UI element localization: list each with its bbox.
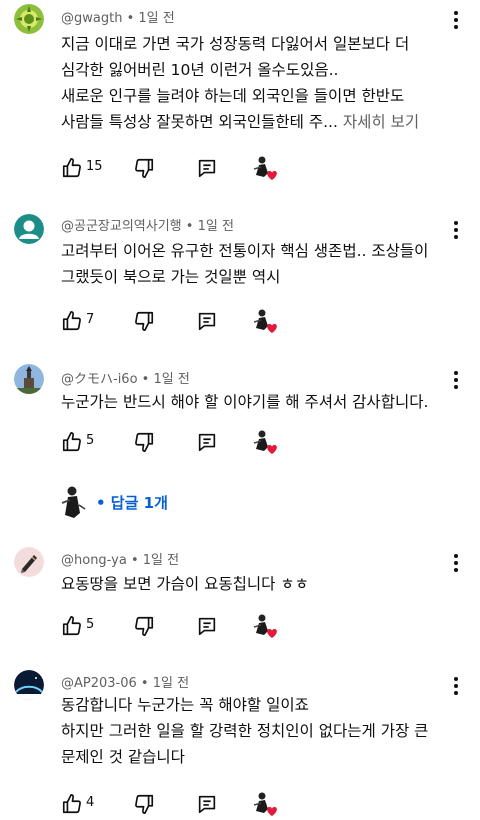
comment-meta: @hong-ya • 1일 전 — [61, 549, 179, 568]
creator-heart-icon — [253, 156, 277, 180]
meta-separator: • — [122, 11, 139, 26]
comment-author[interactable]: @공군장교의역사기행 — [61, 219, 182, 234]
comment-line: 문제인 것 같습니다 — [61, 748, 185, 766]
thumb-up-icon[interactable] — [61, 431, 83, 453]
thumb-down-icon[interactable] — [133, 793, 155, 815]
comment-text: 요동땅을 보면 가슴이 요동칩니다 ㅎㅎ — [61, 571, 461, 597]
comment-line: 고려부터 이어온 유구한 전통이자 핵심 생존법.. 조상들이 — [61, 242, 429, 260]
comment-line: 새로운 인구를 늘려야 하는데 외국인을 들이면 한반도 — [61, 87, 405, 105]
creator-heart-icon — [253, 614, 277, 638]
reply-icon[interactable] — [196, 793, 218, 815]
comment-actions: 4 — [61, 792, 321, 817]
thumb-down-icon[interactable] — [133, 310, 155, 332]
like-count: 5 — [86, 617, 95, 632]
comment-author[interactable]: @gwagth — [61, 11, 122, 26]
more-vertical-icon[interactable] — [446, 8, 466, 32]
reply-icon[interactable] — [196, 615, 218, 637]
meta-separator: • — [181, 219, 198, 234]
creator-heart-icon — [253, 309, 277, 333]
comment-text: 동감합니다 누군가는 꼭 해야할 일이죠 하지만 그러한 일을 할 강력한 정치… — [61, 692, 461, 770]
reply-icon[interactable] — [196, 157, 218, 179]
comment-actions: 7 — [61, 309, 321, 334]
creator-heart-icon — [253, 792, 277, 816]
comment-text: 고려부터 이어온 유구한 전통이자 핵심 생존법.. 조상들이 그랬듯이 북으로… — [61, 238, 461, 290]
comment-text: 누군가는 반드시 해야 할 이야기를 해 주셔서 감사합니다. — [61, 389, 461, 415]
meta-separator: • — [126, 553, 143, 568]
reply-icon[interactable] — [196, 310, 218, 332]
thumb-down-icon[interactable] — [133, 431, 155, 453]
thumb-up-icon[interactable] — [61, 615, 83, 637]
comment-line: 사람들 특성상 잘못하면 외국인들한테 주... — [61, 113, 338, 131]
meta-separator: • — [137, 372, 154, 387]
avatar[interactable] — [14, 670, 44, 700]
comment-line: 동감합니다 누군가는 꼭 해야할 일이죠 — [61, 696, 309, 714]
comment-time: 1일 전 — [153, 372, 190, 387]
avatar[interactable] — [14, 364, 44, 394]
comment-time: 1일 전 — [197, 219, 234, 234]
comment-meta: @gwagth • 1일 전 — [61, 7, 175, 26]
like-count: 4 — [86, 795, 95, 810]
thumb-down-icon[interactable] — [133, 157, 155, 179]
comment-time: 1일 전 — [142, 553, 180, 568]
comment-actions: 5 — [61, 430, 321, 455]
like-count: 7 — [86, 312, 95, 327]
like-count: 5 — [86, 433, 95, 448]
replies-count-link[interactable]: • 답글 1개 — [96, 492, 168, 513]
creator-heart-icon — [253, 430, 277, 454]
comment-meta: @공군장교의역사기행 • 1일 전 — [61, 215, 234, 234]
creator-avatar — [61, 486, 86, 518]
read-more-link[interactable]: 자세히 보기 — [343, 113, 419, 131]
thumb-up-icon[interactable] — [61, 310, 83, 332]
comment-line: 그랬듯이 북으로 가는 것일뿐 역시 — [61, 268, 281, 286]
comment-meta: @AP203-06 • 1일 전 — [61, 672, 189, 691]
thumb-down-icon[interactable] — [133, 615, 155, 637]
comment-line: 하지만 그러한 일을 할 강력한 정치인이 없다는게 가장 큰 — [61, 722, 429, 740]
avatar[interactable] — [14, 4, 44, 34]
comment-actions: 15 — [61, 156, 321, 181]
comment-line: 누군가는 반드시 해야 할 이야기를 해 주셔서 감사합니다. — [61, 393, 429, 411]
avatar[interactable] — [14, 214, 44, 244]
comment-author[interactable]: @AP203-06 — [61, 676, 137, 691]
comment-time: 1일 전 — [138, 11, 175, 26]
comment-text: 지금 이대로 가면 국가 성장동력 다잃어서 일본보다 더 심각한 잃어버린 1… — [61, 31, 461, 135]
thumb-up-icon[interactable] — [61, 157, 83, 179]
reply-icon[interactable] — [196, 431, 218, 453]
comment-time: 1일 전 — [152, 676, 190, 691]
comment-author[interactable]: @クモハ-i6o — [61, 372, 138, 387]
comment-line: 심각한 잃어버린 10년 이런거 올수도있음.. — [61, 61, 339, 79]
meta-separator: • — [136, 676, 153, 691]
thumb-up-icon[interactable] — [61, 793, 83, 815]
comment-line: 지금 이대로 가면 국가 성장동력 다잃어서 일본보다 더 — [61, 35, 410, 53]
avatar[interactable] — [14, 547, 44, 577]
view-replies-button[interactable]: • 답글 1개 — [61, 485, 261, 519]
comment-actions: 5 — [61, 614, 321, 639]
comment-author[interactable]: @hong-ya — [61, 553, 127, 568]
like-count: 15 — [86, 159, 103, 174]
comment-meta: @クモハ-i6o • 1일 전 — [61, 368, 190, 387]
comment-line: 요동땅을 보면 가슴이 요동칩니다 ㅎㅎ — [61, 575, 309, 593]
